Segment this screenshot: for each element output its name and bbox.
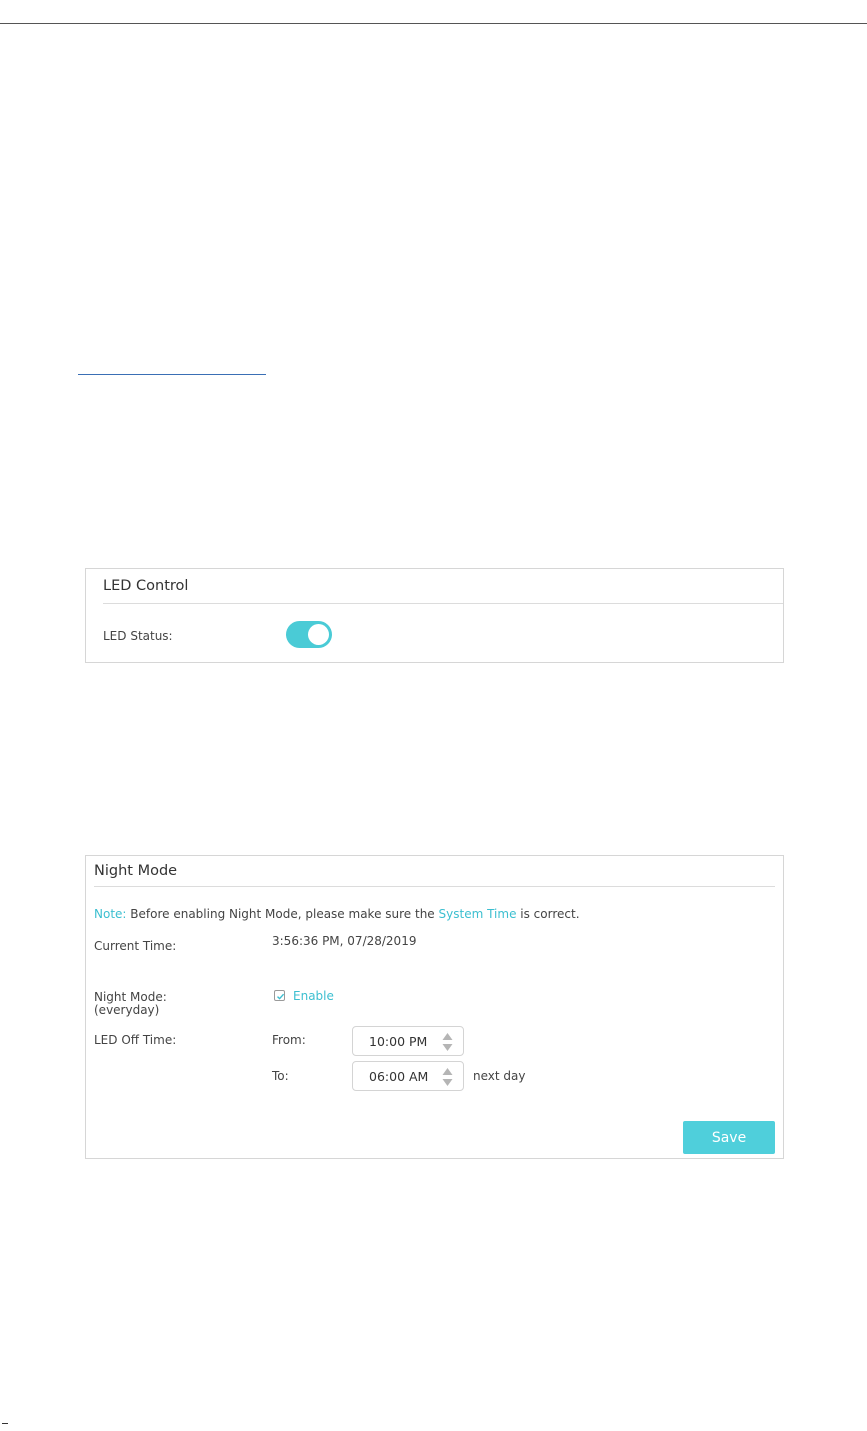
system-time-note: Note: Before enabling Night Mode, please… <box>94 908 580 921</box>
led-off-time-label: LED Off Time: <box>94 1033 177 1047</box>
night-mode-divider <box>94 886 775 887</box>
page-bottom-mark <box>2 1423 8 1424</box>
note-text-after: is correct. <box>520 907 580 921</box>
hyperlink-underline[interactable] <box>78 374 266 375</box>
note-key: Note: <box>94 907 127 921</box>
to-time-spinner-icon[interactable] <box>442 1067 453 1087</box>
led-status-toggle[interactable] <box>286 621 332 648</box>
current-time-label: Current Time: <box>94 939 177 953</box>
from-label: From: <box>272 1033 306 1047</box>
night-mode-label-line2: (everyday) <box>94 1003 160 1017</box>
current-time-value: 3:56:36 PM, 07/28/2019 <box>272 934 417 948</box>
to-time-value: 06:00 AM <box>369 1069 429 1084</box>
to-time-input[interactable]: 06:00 AM <box>352 1061 464 1091</box>
save-button[interactable]: Save <box>683 1121 775 1154</box>
system-time-link[interactable]: System Time <box>439 907 517 921</box>
enable-label[interactable]: Enable <box>293 990 334 1003</box>
page-top-rule <box>0 23 867 24</box>
led-control-panel: LED Control LED Status: <box>85 568 784 663</box>
next-day-label: next day <box>473 1069 526 1083</box>
night-mode-label: Night Mode: (everyday) <box>94 991 167 1017</box>
night-mode-title: Night Mode <box>94 863 178 879</box>
checkmark-icon <box>277 993 285 1000</box>
led-control-divider <box>103 603 783 604</box>
night-mode-enable-checkbox[interactable] <box>274 990 285 1001</box>
led-status-label: LED Status: <box>103 629 173 643</box>
led-control-title: LED Control <box>103 578 189 594</box>
note-text-before: Before enabling Night Mode, please make … <box>130 907 435 921</box>
to-label: To: <box>272 1069 289 1083</box>
toggle-knob <box>308 624 329 645</box>
from-time-value: 10:00 PM <box>369 1034 428 1049</box>
from-time-input[interactable]: 10:00 PM <box>352 1026 464 1056</box>
night-mode-panel: Night Mode Note: Before enabling Night M… <box>85 855 784 1159</box>
from-time-spinner-icon[interactable] <box>442 1032 453 1052</box>
